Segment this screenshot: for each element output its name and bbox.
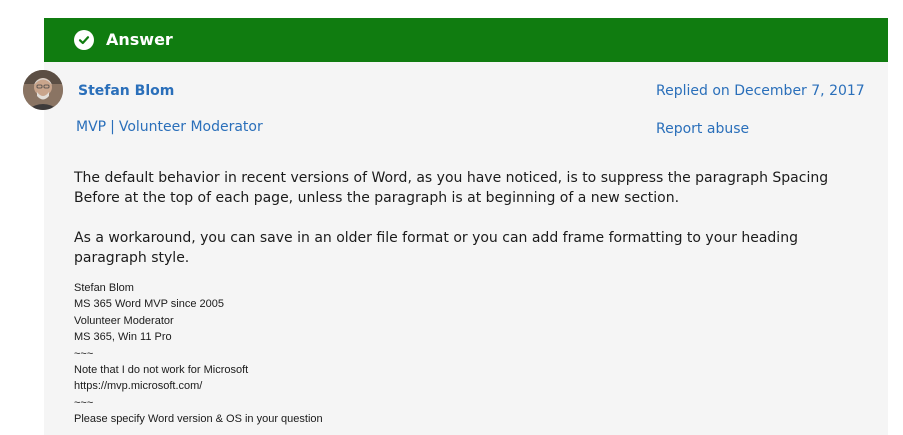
role-mvp-link[interactable]: MVP [76, 119, 106, 135]
replied-date-link[interactable]: Replied on December 7, 2017 [656, 83, 865, 99]
signature-block: Stefan Blom MS 365 Word MVP since 2005 V… [74, 280, 323, 428]
answer-paragraph-2: As a workaround, you can save in an olde… [74, 230, 798, 266]
signature-line: Note that I do not work for Microsoft [74, 364, 249, 377]
role-separator: | [110, 119, 115, 135]
signature-divider: ~~~ [74, 396, 94, 409]
signature-line: Volunteer Moderator [74, 314, 174, 327]
signature-line: MS 365, Win 11 Pro [74, 331, 172, 344]
checkmark-circle-icon [74, 30, 94, 50]
report-abuse-link[interactable]: Report abuse [656, 121, 749, 137]
signature-line: Please specify Word version & OS in your… [74, 413, 323, 426]
author-roles: MVP | Volunteer Moderator [76, 119, 263, 135]
signature-url: https://mvp.microsoft.com/ [74, 380, 203, 393]
signature-line: MS 365 Word MVP since 2005 [74, 298, 225, 311]
signature-divider: ~~~ [74, 347, 94, 360]
user-avatar[interactable] [23, 70, 63, 110]
answer-paragraph-1: The default behavior in recent versions … [74, 170, 829, 206]
answer-banner: Answer [44, 18, 888, 62]
answer-label: Answer [106, 30, 173, 49]
role-moderator-link[interactable]: Volunteer Moderator [119, 119, 263, 135]
signature-line: Stefan Blom [74, 282, 134, 294]
author-name-link[interactable]: Stefan Blom [78, 83, 174, 99]
